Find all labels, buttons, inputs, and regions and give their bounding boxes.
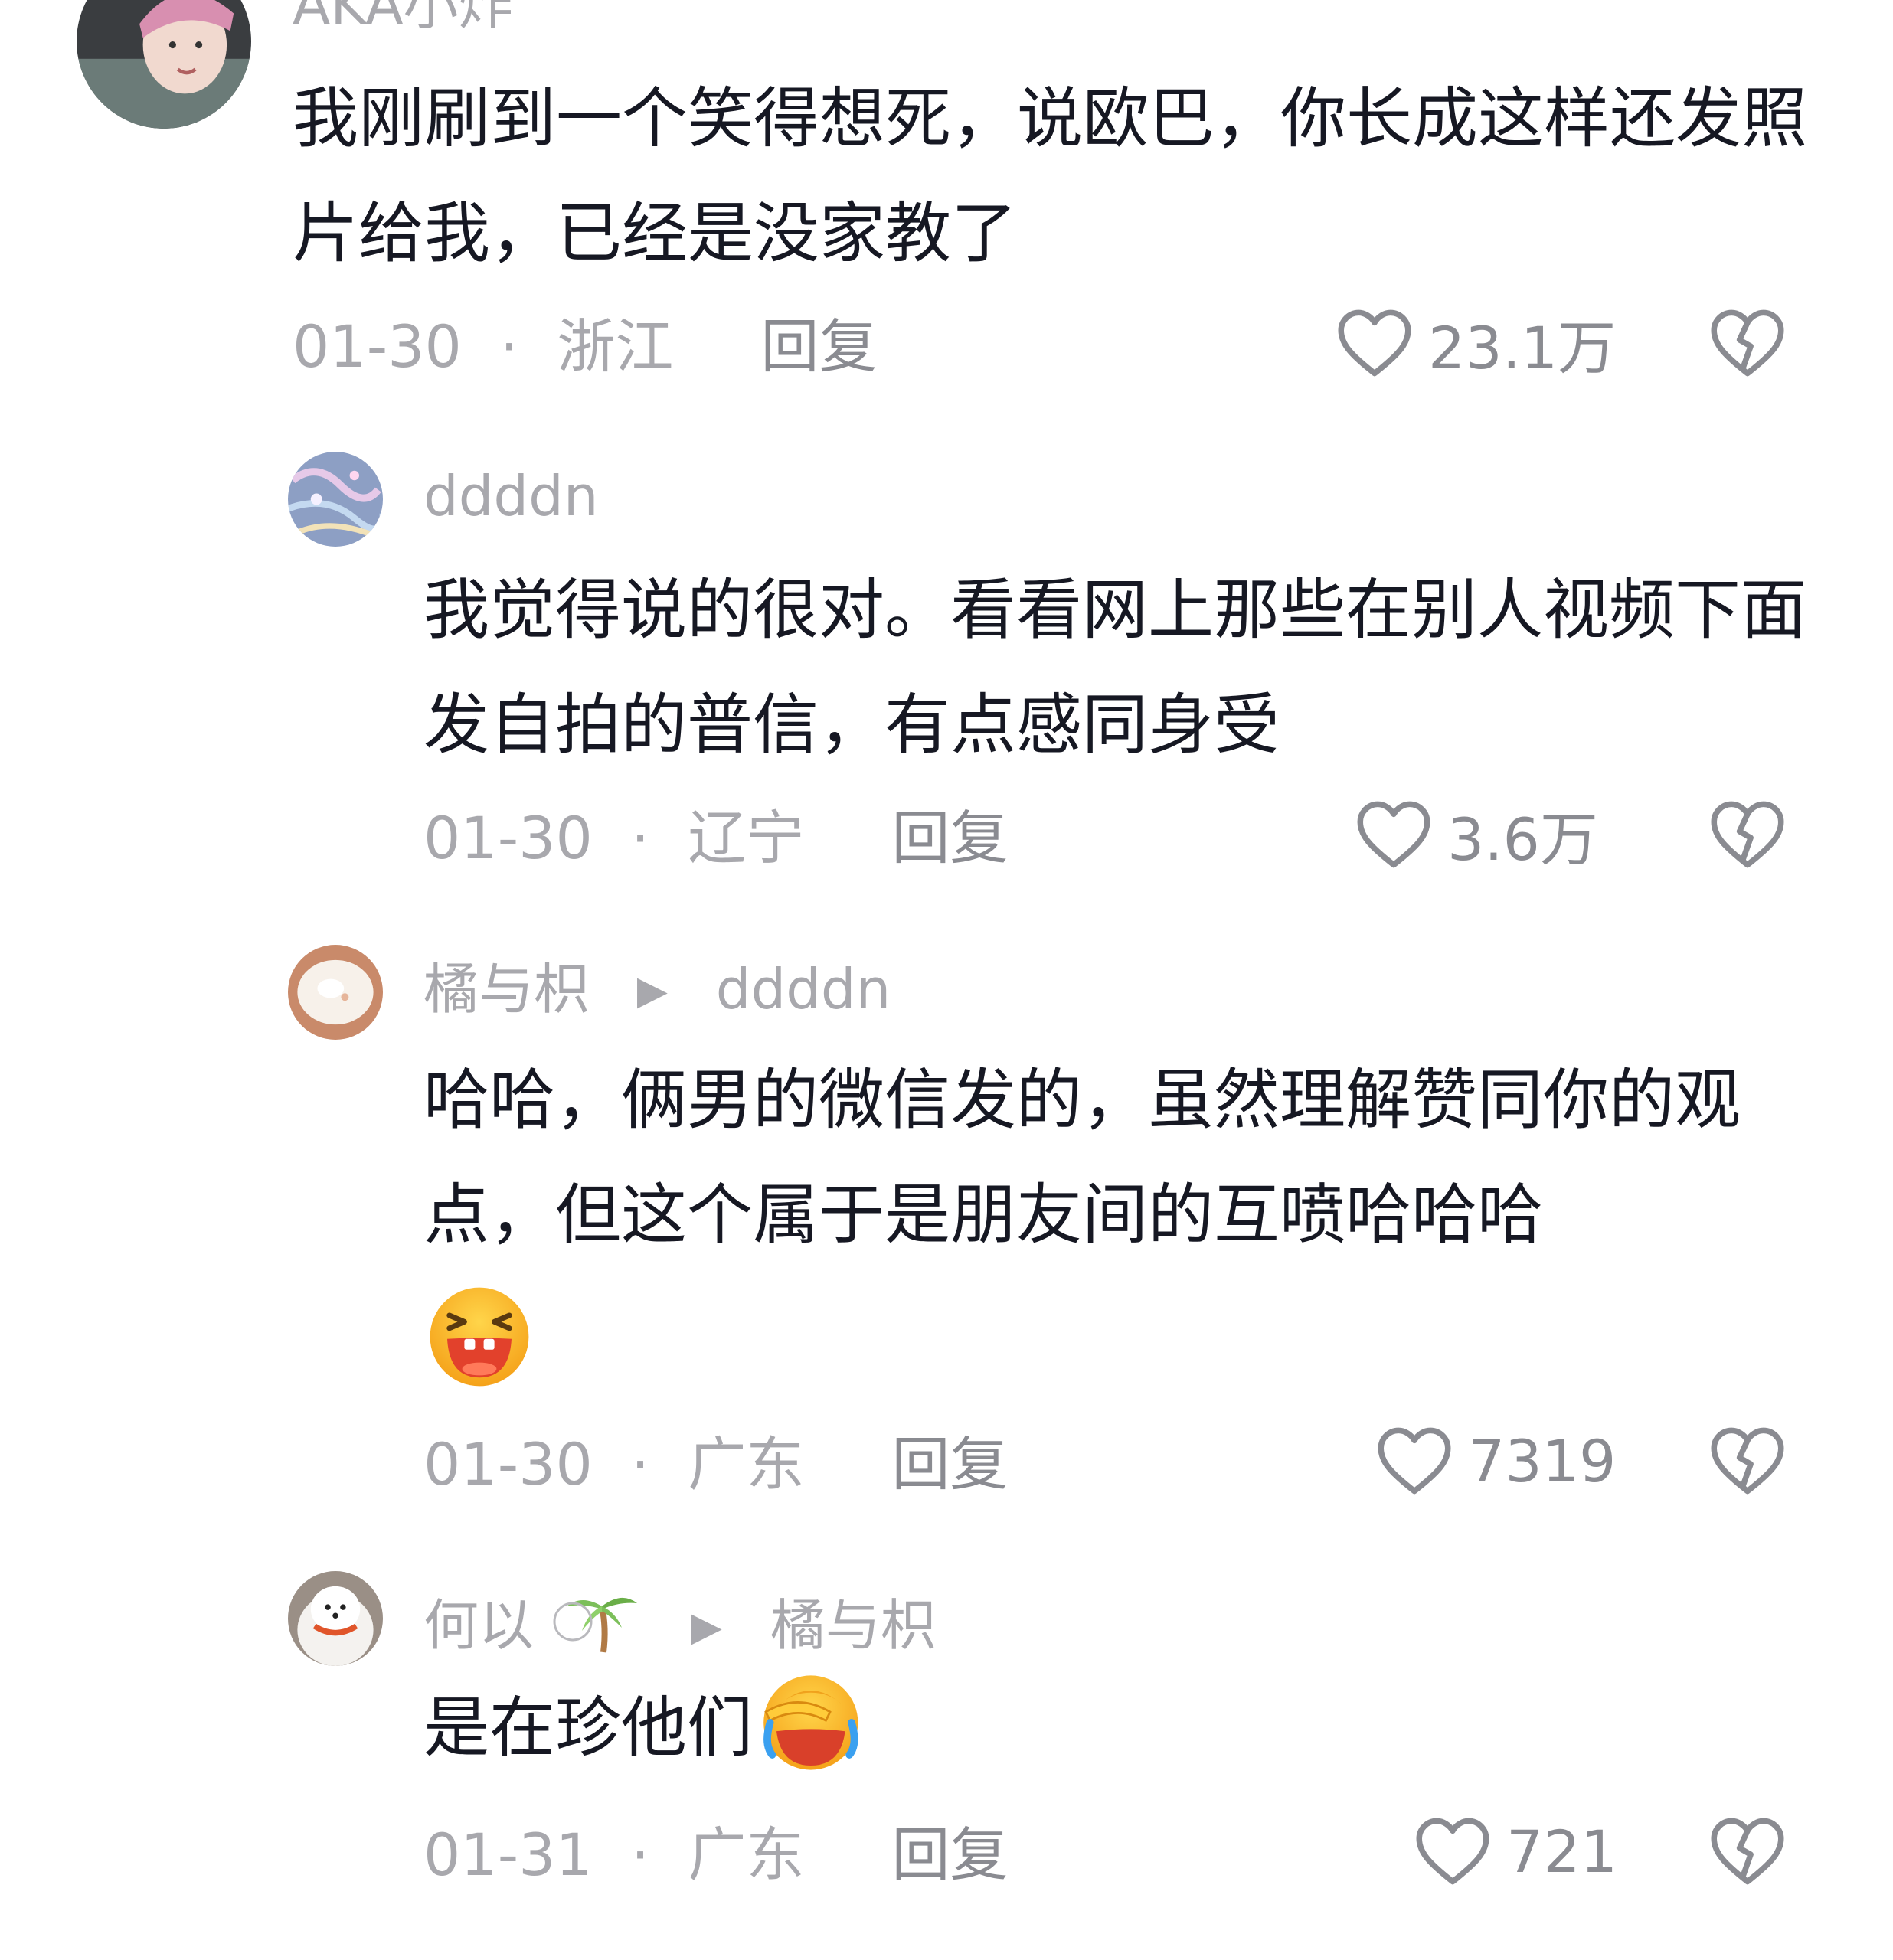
like-button[interactable]: 3.6万 <box>1355 796 1598 874</box>
reply-arrow-icon: ▶ <box>691 1604 722 1650</box>
heart-icon <box>1338 309 1411 377</box>
comment-meta: 01-30 · 广东 回复 <box>423 1430 1009 1499</box>
avatar-image <box>288 945 383 1040</box>
broken-heart-icon <box>1711 1427 1784 1494</box>
like-button[interactable]: 721 <box>1414 1813 1617 1890</box>
comment-text: 我觉得说的很对。看看网上那些在别人视频下面发自拍的普信，有点感同身受 <box>423 572 1806 763</box>
username[interactable]: 橘与枳 ▶ ddddn <box>423 959 891 1021</box>
dislike-button[interactable] <box>1709 306 1786 380</box>
avatar[interactable] <box>288 1571 383 1666</box>
avatar[interactable] <box>77 0 251 129</box>
comment-meta: 01-31 · 广东 回复 <box>423 1821 1009 1890</box>
like-count: 721 <box>1506 1817 1618 1886</box>
avatar[interactable] <box>288 452 383 547</box>
comment-date: 01-30 <box>423 1430 593 1498</box>
avatar-image <box>288 1571 383 1666</box>
separator: · <box>631 1821 650 1889</box>
dislike-button[interactable] <box>1709 1424 1786 1498</box>
comment-date: 01-30 <box>293 312 462 381</box>
avatar-image <box>77 0 251 129</box>
reply-button[interactable]: 回复 <box>892 1821 1009 1889</box>
reply-button[interactable]: 回复 <box>892 1430 1009 1498</box>
separator: · <box>500 312 519 381</box>
username-text: 橘与枳 <box>423 957 590 1021</box>
comment-location: 广东 <box>688 1430 805 1498</box>
dislike-button[interactable] <box>1709 798 1786 871</box>
comment-location: 辽宁 <box>688 804 805 872</box>
broken-heart-icon <box>1711 1818 1784 1885</box>
reply-to-username[interactable]: ddddn <box>716 957 891 1021</box>
palm-tree-emoji <box>553 1597 637 1653</box>
like-count: 7319 <box>1468 1426 1617 1495</box>
comment-date: 01-30 <box>423 804 593 872</box>
avatar[interactable] <box>288 945 383 1040</box>
comment-meta: 01-30 · 辽宁 回复 <box>423 804 1009 873</box>
comment-location: 广东 <box>688 1821 805 1889</box>
username[interactable]: AKA小炸 <box>293 0 513 35</box>
comment-text: 哈哈，俩男的微信发的，虽然理解赞同你的观点，但这个属于是朋友间的互喷哈哈哈 <box>423 1062 1741 1253</box>
dislike-button[interactable] <box>1709 1815 1786 1888</box>
like-count: 3.6万 <box>1447 805 1598 874</box>
username-text: 何以 <box>423 1593 535 1658</box>
comment-text: 我刚刷到一个笑得想死，说欧巴，你长成这样还发照片给我，已经是没家教了 <box>293 80 1807 272</box>
heart-icon <box>1416 1818 1489 1885</box>
comment-text: 是在珍他们 <box>423 1669 1810 1785</box>
reply-arrow-icon: ▶ <box>636 968 668 1014</box>
like-button[interactable]: 7319 <box>1376 1423 1616 1499</box>
avatar-image <box>288 452 383 547</box>
comment-date: 01-31 <box>423 1821 593 1889</box>
broken-heart-icon <box>1711 309 1784 377</box>
separator: · <box>631 804 650 872</box>
comment-location: 浙江 <box>557 312 674 381</box>
username[interactable]: ddddn <box>423 466 598 527</box>
comment-meta: 01-30 · 浙江 回复 <box>293 312 878 381</box>
like-count: 23.1万 <box>1428 314 1617 382</box>
laughing-emoji <box>423 1283 535 1390</box>
username[interactable]: 何以 ▶ 橘与枳 <box>423 1585 936 1658</box>
heart-icon <box>1357 801 1430 868</box>
like-button[interactable]: 23.1万 <box>1336 305 1616 382</box>
reply-button[interactable]: 回复 <box>761 312 878 381</box>
reply-button[interactable]: 回复 <box>892 804 1009 872</box>
facepalm-crying-emoji <box>763 1675 858 1770</box>
comment-text-content: 是在珍他们 <box>423 1690 753 1766</box>
reply-to-username[interactable]: 橘与枳 <box>770 1593 936 1658</box>
separator: · <box>631 1430 650 1498</box>
broken-heart-icon <box>1711 801 1784 868</box>
heart-icon <box>1378 1427 1451 1494</box>
